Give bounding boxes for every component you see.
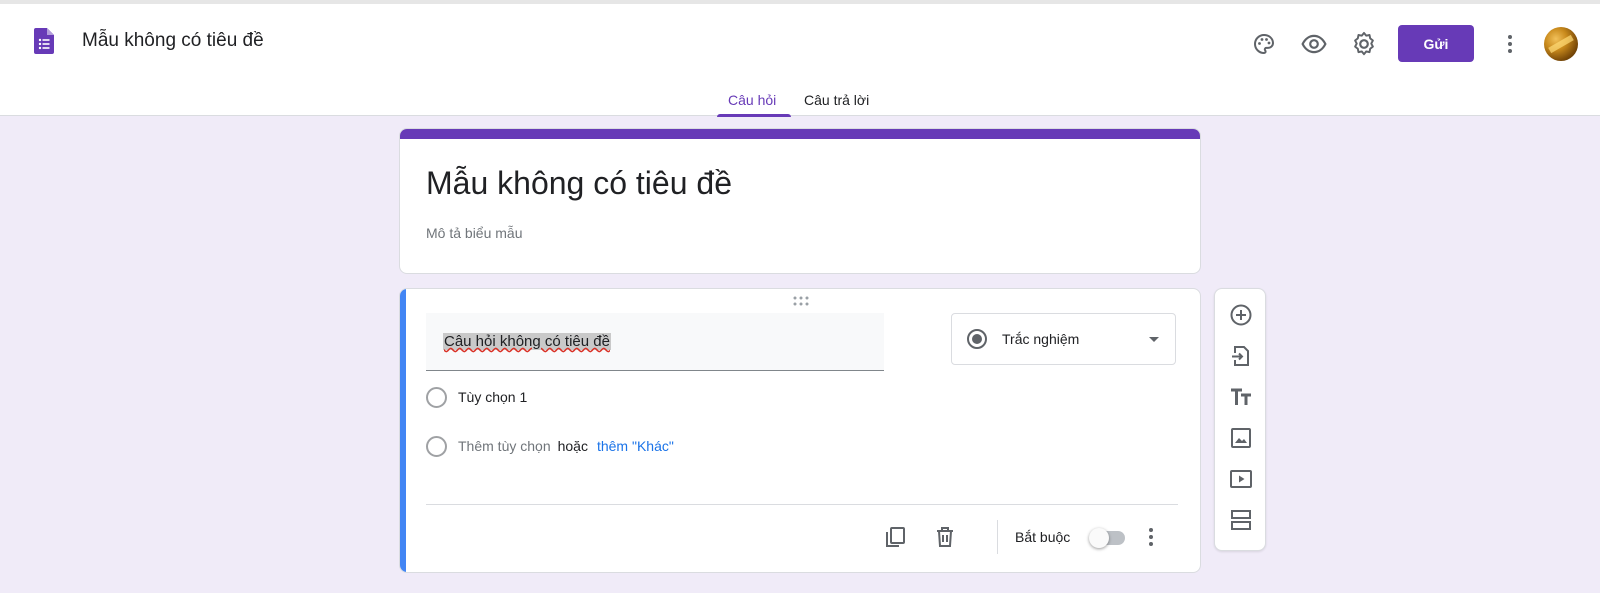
accent-bar xyxy=(400,129,1200,139)
palette-icon[interactable] xyxy=(1246,26,1282,62)
form-description-field[interactable]: Mô tả biểu mẫu xyxy=(426,225,523,241)
active-tab-indicator xyxy=(717,114,791,117)
floating-toolbar xyxy=(1214,288,1266,551)
preview-icon[interactable] xyxy=(1296,26,1332,62)
form-title-card[interactable]: Mẫu không có tiêu đề Mô tả biểu mẫu xyxy=(399,128,1201,274)
question-title-input[interactable]: Câu hỏi không có tiêu đề xyxy=(426,313,884,371)
radio-circle-icon xyxy=(426,435,447,457)
forms-logo-icon[interactable] xyxy=(34,28,54,54)
add-option-row: Thêm tùy chọn hoặc thêm "Khác" xyxy=(426,434,674,458)
duplicate-icon[interactable] xyxy=(879,521,911,553)
tab-responses[interactable]: Câu trả lời xyxy=(804,92,869,108)
or-text: hoặc xyxy=(557,438,588,454)
radio-circle-icon xyxy=(426,386,447,408)
divider xyxy=(426,504,1178,505)
add-section-icon[interactable] xyxy=(1225,504,1257,536)
add-title-icon[interactable] xyxy=(1225,381,1257,413)
add-video-icon[interactable] xyxy=(1225,463,1257,495)
drag-handle-icon[interactable] xyxy=(792,295,810,307)
document-title[interactable]: Mẫu không có tiêu đề xyxy=(82,30,264,52)
chevron-down-icon xyxy=(1149,337,1159,342)
more-options-icon[interactable] xyxy=(1135,521,1167,553)
avatar[interactable] xyxy=(1544,27,1578,61)
question-type-label: Trắc nghiệm xyxy=(1002,331,1080,347)
option-label[interactable]: Tùy chọn 1 xyxy=(458,389,527,405)
form-title[interactable]: Mẫu không có tiêu đề xyxy=(426,165,732,202)
add-question-icon[interactable] xyxy=(1225,299,1257,331)
required-label: Bắt buộc xyxy=(1015,529,1071,545)
add-image-icon[interactable] xyxy=(1225,422,1257,454)
question-title-text: Câu hỏi không có tiêu đề xyxy=(443,333,611,350)
question-type-dropdown[interactable]: Trắc nghiệm xyxy=(951,313,1176,365)
add-other-link[interactable]: thêm "Khác" xyxy=(597,438,674,454)
import-questions-icon[interactable] xyxy=(1225,340,1257,372)
tab-questions[interactable]: Câu hỏi xyxy=(728,92,776,108)
active-indicator-bar xyxy=(400,289,406,572)
option-row[interactable]: Tùy chọn 1 xyxy=(426,385,527,409)
settings-icon[interactable] xyxy=(1346,26,1382,62)
delete-icon[interactable] xyxy=(929,521,961,553)
radio-button-icon xyxy=(967,329,987,349)
send-button[interactable]: Gửi xyxy=(1398,25,1474,62)
separator xyxy=(997,520,998,554)
toggle-knob xyxy=(1089,528,1109,548)
add-option-link[interactable]: Thêm tùy chọn xyxy=(458,438,551,454)
top-bar: Mẫu không có tiêu đề Gửi Câu hỏi Câu trả… xyxy=(0,0,1600,117)
more-vert-icon[interactable] xyxy=(1492,26,1528,62)
tab-bar: Câu hỏi Câu trả lời xyxy=(0,88,1600,120)
question-card[interactable]: Câu hỏi không có tiêu đề Trắc nghiệm Tùy… xyxy=(399,288,1201,573)
required-toggle[interactable] xyxy=(1089,528,1125,548)
